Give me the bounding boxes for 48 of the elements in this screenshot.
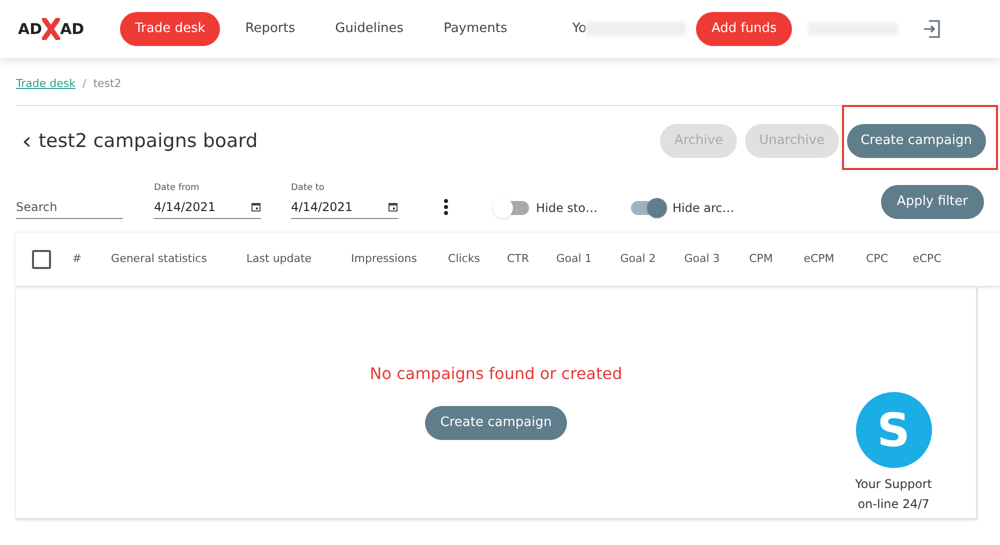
- search-field[interactable]: Search: [16, 198, 123, 219]
- date-field[interactable]: 4/14/2021: [154, 198, 261, 219]
- date-field[interactable]: 4/14/2021: [291, 198, 398, 219]
- logo-text: AD: [18, 18, 42, 40]
- field-label: Date from: [154, 182, 200, 194]
- nav-tab[interactable]: Payments: [426, 12, 524, 46]
- skype-icon[interactable]: S: [856, 392, 932, 468]
- x-logo-icon: [42, 18, 60, 40]
- field-label: Date to: [291, 182, 326, 194]
- create-campaign-button[interactable]: Create campaign: [425, 406, 567, 440]
- column-header: #: [71, 251, 83, 268]
- column-header: eCPM: [802, 251, 836, 268]
- apply-filter-button[interactable]: Apply filter: [880, 185, 984, 219]
- logo-text: AD: [60, 18, 84, 40]
- breadcrumb-link[interactable]: Trade desk: [16, 76, 76, 93]
- nav-tab[interactable]: Guidelines: [318, 12, 421, 46]
- toggle-label: Hide sto…: [536, 200, 598, 217]
- create-campaign-button[interactable]: Create campaign: [846, 124, 986, 158]
- column-header: Goal 3: [683, 251, 721, 268]
- nav-tab[interactable]: Reports: [228, 12, 312, 46]
- column-header: CPC: [865, 251, 889, 268]
- column-header: CPM: [748, 251, 774, 268]
- toggle-switch[interactable]: [631, 201, 666, 215]
- page-title: test2 campaigns board: [38, 128, 259, 154]
- empty-message: No campaigns found or created: [370, 363, 622, 385]
- back-icon[interactable]: ‹: [22, 129, 32, 153]
- column-header: Goal 1: [555, 251, 593, 268]
- balance-text: Yo: [572, 20, 586, 38]
- toggle-switch[interactable]: [495, 201, 529, 215]
- column-header: Goal 2: [619, 251, 657, 268]
- column-header: General statistics: [110, 251, 208, 268]
- more-options-icon[interactable]: [443, 198, 449, 216]
- column-header: Last update: [245, 251, 313, 268]
- column-header: Impressions: [350, 251, 418, 268]
- column-header: Clicks: [447, 251, 481, 268]
- column-header: eCPC: [912, 251, 942, 268]
- support-text: Your Support: [855, 476, 932, 493]
- nav-tab[interactable]: Trade desk: [120, 12, 220, 46]
- add-funds-button[interactable]: Add funds: [696, 12, 792, 46]
- column-header: CTR: [506, 251, 530, 268]
- breadcrumb-separator: /: [82, 76, 86, 92]
- calendar-icon[interactable]: [251, 202, 261, 212]
- logout-icon[interactable]: [922, 19, 942, 39]
- support-text: on-line 24/7: [858, 496, 930, 513]
- checkbox[interactable]: [32, 250, 51, 269]
- toggle-label: Hide arc…: [672, 200, 734, 217]
- calendar-icon[interactable]: [388, 202, 398, 212]
- breadcrumb-current: test2: [93, 76, 122, 92]
